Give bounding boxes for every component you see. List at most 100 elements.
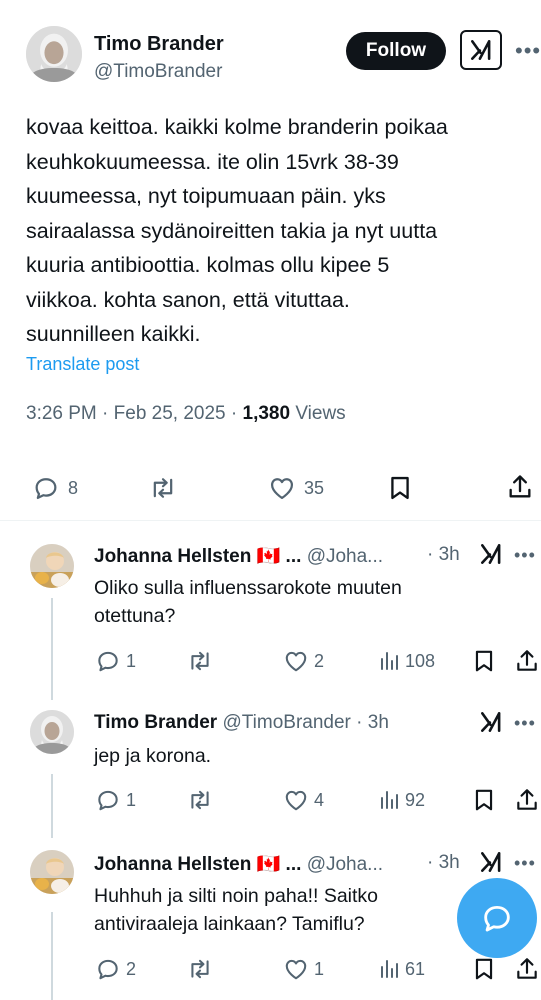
reply-text: Huhhuh ja silti noin paha!! Saitko antiv… (94, 885, 379, 935)
reply-icon (94, 787, 122, 813)
reply-count: 8 (68, 477, 79, 498)
reply-action[interactable]: 8 (30, 474, 78, 502)
views-count: 1,380 (242, 403, 291, 424)
retweet-icon (186, 956, 214, 982)
retweet-action[interactable] (186, 956, 214, 982)
views-icon (377, 787, 401, 813)
reply-avatar[interactable] (30, 544, 74, 588)
share-action[interactable] (514, 956, 540, 982)
more-icon[interactable]: ••• (514, 545, 536, 566)
author-handle[interactable]: @TimoBrander (94, 61, 222, 83)
reply-action[interactable]: 1 (94, 648, 136, 674)
retweet-action[interactable] (147, 474, 179, 502)
retweet-icon (186, 787, 214, 813)
reply-author-name[interactable]: Johanna Hellsten (94, 854, 251, 875)
like-count: 4 (314, 789, 325, 810)
post-text: kovaa keittoa. kaikki kolme branderin po… (26, 115, 448, 346)
bookmark-icon (471, 956, 497, 982)
reply-time[interactable]: · 3h (427, 852, 460, 874)
reply-icon (30, 474, 62, 502)
compose-reply-button[interactable] (457, 878, 537, 958)
follow-button[interactable]: Follow (346, 32, 446, 70)
flag-icon: 🇨🇦 (256, 546, 281, 567)
flag-icon: 🇨🇦 (256, 854, 281, 875)
retweet-action[interactable] (186, 648, 214, 674)
reply-time[interactable]: · 3h (356, 712, 389, 733)
reply-author-name[interactable]: Johanna Hellsten (94, 546, 251, 567)
share-icon (514, 956, 540, 982)
grok-icon[interactable] (478, 849, 504, 875)
reply-avatar[interactable] (30, 710, 74, 754)
heart-icon (282, 787, 310, 813)
retweet-action[interactable] (186, 787, 214, 813)
reply-author-handle[interactable]: @TimoBrander (222, 712, 350, 733)
name-ellipsis: ... (280, 854, 302, 875)
views-action[interactable]: 108 (377, 648, 435, 674)
share-action[interactable] (506, 473, 534, 501)
like-count: 1 (314, 958, 325, 979)
author-avatar[interactable] (26, 26, 82, 82)
share-action[interactable] (514, 787, 540, 813)
bookmark-action[interactable] (386, 474, 414, 502)
reply-icon (94, 956, 122, 982)
like-action[interactable]: 1 (282, 956, 324, 982)
more-icon[interactable]: ••• (514, 713, 536, 734)
bookmark-action[interactable] (471, 648, 497, 674)
reply-header: Timo Brander @TimoBrander · 3h (94, 712, 389, 734)
share-icon (506, 473, 534, 501)
reply-author-name[interactable]: Timo Brander (94, 712, 217, 733)
bookmark-icon (386, 474, 414, 502)
like-action[interactable]: 2 (282, 648, 324, 674)
reply-time[interactable]: · 3h (427, 544, 460, 566)
share-icon (514, 787, 540, 813)
name-ellipsis: ... (280, 546, 302, 567)
reply-avatar[interactable] (30, 850, 74, 894)
compose-reply-icon (484, 905, 510, 932)
like-count: 2 (314, 650, 325, 671)
grok-button[interactable] (460, 30, 502, 70)
reply-text: jep ja korona. (94, 745, 212, 767)
reply-icon (94, 648, 122, 674)
views-action[interactable]: 92 (377, 787, 425, 813)
share-action[interactable] (514, 648, 540, 674)
reply-header: Johanna Hellsten 🇨🇦 ... @Joha... (94, 544, 383, 568)
reply-author-handle[interactable]: @Joha... (307, 854, 383, 875)
reply-action[interactable]: 2 (94, 956, 136, 982)
reply-count: 1 (126, 789, 137, 810)
grok-icon[interactable] (478, 541, 504, 567)
reply-action[interactable]: 1 (94, 787, 136, 813)
thread-line (51, 774, 53, 838)
author-name[interactable]: Timo Brander (94, 33, 224, 56)
views-count: 92 (405, 789, 426, 810)
reply-count: 1 (126, 650, 137, 671)
like-count: 35 (304, 477, 325, 498)
more-icon[interactable]: ••• (514, 853, 536, 874)
more-icon[interactable]: ••• (515, 38, 541, 64)
reply-author-handle[interactable]: @Joha... (307, 546, 383, 567)
post-timestamp[interactable]: 3:26 PM · Feb 25, 2025 · (26, 403, 243, 424)
views-icon (377, 648, 401, 674)
views-action[interactable]: 61 (377, 956, 425, 982)
bookmark-icon (471, 648, 497, 674)
like-action[interactable]: 4 (282, 787, 324, 813)
bookmark-action[interactable] (471, 956, 497, 982)
views-count: 108 (405, 650, 436, 671)
divider (0, 520, 541, 521)
thread-line (51, 912, 53, 1000)
like-action[interactable]: 35 (266, 474, 324, 502)
retweet-icon (147, 474, 179, 502)
grok-icon (468, 37, 494, 63)
reply-header: Johanna Hellsten 🇨🇦 ... @Joha... (94, 852, 383, 876)
grok-icon[interactable] (478, 709, 504, 735)
heart-icon (266, 474, 298, 502)
share-icon (514, 648, 540, 674)
heart-icon (282, 648, 310, 674)
bookmark-action[interactable] (471, 787, 497, 813)
reply-text: Oliko sulla influenssarokote muuten otet… (94, 577, 402, 627)
translate-post-link[interactable]: Translate post (26, 354, 139, 375)
thread-line (51, 598, 53, 700)
post-metadata: 3:26 PM · Feb 25, 2025 · 1,380 Views (26, 403, 346, 425)
retweet-icon (186, 648, 214, 674)
views-icon (377, 956, 401, 982)
bookmark-icon (471, 787, 497, 813)
